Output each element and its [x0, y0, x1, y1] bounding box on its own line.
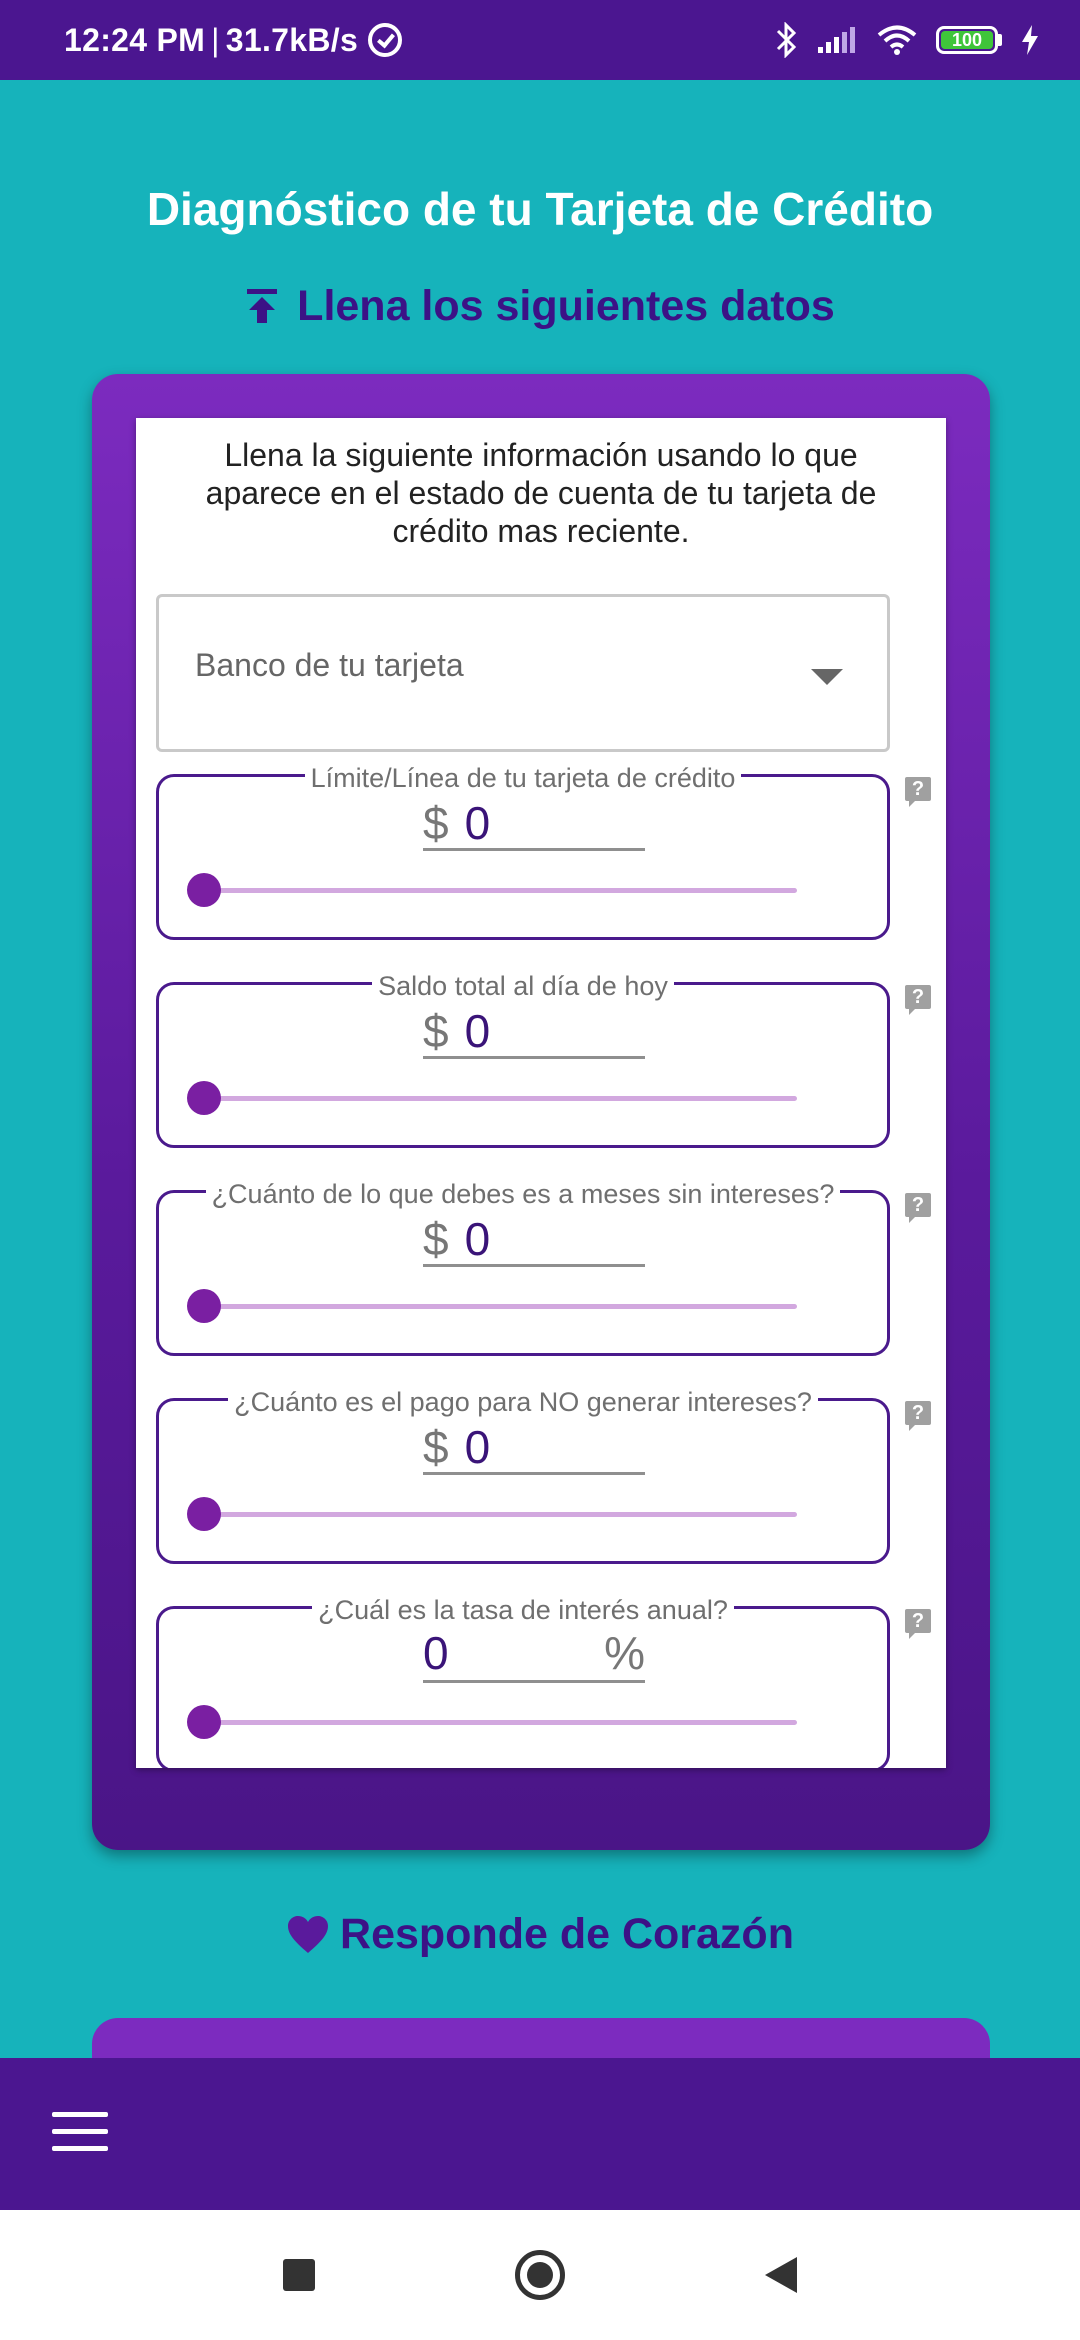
no-interest-payment-label: ¿Cuánto es el pago para NO generar inter…: [228, 1387, 818, 1417]
status-left: 12:24 PM | 31.7kB/s: [64, 21, 403, 59]
interest-rate-label-wrap: ¿Cuál es la tasa de interés anual?: [159, 1595, 887, 1626]
chevron-down-icon: [811, 669, 843, 685]
subtitle-text: Llena los siguientes datos: [297, 282, 835, 330]
msi-value: 0: [464, 1213, 491, 1265]
form-panel: Llena la siguiente información usando lo…: [136, 418, 946, 1768]
menu-line: [52, 2112, 108, 2117]
recents-button[interactable]: [283, 2259, 315, 2291]
battery-cap: [998, 34, 1002, 46]
menu-icon[interactable]: [52, 2112, 108, 2156]
signal-icon: [818, 27, 855, 53]
section-heading: Responde de Corazón: [0, 1910, 1080, 1959]
balance-label: Saldo total al día de hoy: [372, 971, 674, 1001]
balance-input[interactable]: $ 0: [423, 1003, 645, 1059]
credit-limit-label-wrap: Límite/Línea de tu tarjeta de crédito: [159, 763, 887, 794]
page-title: Diagnóstico de tu Tarjeta de Crédito: [146, 183, 934, 235]
section-heading-text: Responde de Corazón: [340, 1910, 794, 1958]
interest-rate-slider[interactable]: [187, 1705, 809, 1739]
menu-line: [52, 2146, 108, 2151]
balance-field: Saldo total al día de hoy $ 0 ?: [156, 971, 931, 1148]
msi-field: ¿Cuánto de lo que debes es a meses sin i…: [156, 1179, 931, 1356]
no-interest-payment-value: 0: [464, 1421, 491, 1473]
slider-track: [203, 1096, 797, 1101]
currency-symbol: $: [423, 797, 449, 849]
no-interest-payment-slider[interactable]: [187, 1497, 809, 1531]
slider-track: [203, 1720, 797, 1725]
help-icon[interactable]: ?: [905, 1401, 931, 1431]
msi-label: ¿Cuánto de lo que debes es a meses sin i…: [205, 1179, 841, 1209]
help-icon[interactable]: ?: [905, 1609, 931, 1639]
charging-icon: [1022, 25, 1038, 55]
heart-icon: [288, 1915, 329, 1953]
credit-limit-input[interactable]: $ 0: [423, 795, 645, 851]
balance-value: 0: [464, 1005, 491, 1057]
msi-label-wrap: ¿Cuánto de lo que debes es a meses sin i…: [159, 1179, 887, 1210]
status-separator: |: [211, 21, 220, 58]
no-interest-payment-field: ¿Cuánto es el pago para NO generar inter…: [156, 1387, 931, 1564]
msi-slider[interactable]: [187, 1289, 809, 1323]
menu-line: [52, 2129, 108, 2134]
credit-limit-field: Límite/Línea de tu tarjeta de crédito $ …: [156, 763, 931, 940]
currency-symbol: $: [423, 1213, 449, 1265]
upload-icon: [247, 288, 278, 323]
slider-thumb[interactable]: [187, 873, 221, 907]
home-button[interactable]: [515, 2250, 565, 2300]
interest-rate-label: ¿Cuál es la tasa de interés anual?: [312, 1595, 734, 1625]
currency-symbol: $: [423, 1005, 449, 1057]
status-time: 12:24 PM: [64, 21, 206, 58]
slider-thumb[interactable]: [187, 1081, 221, 1115]
currency-symbol: $: [423, 1421, 449, 1473]
battery-icon: 100: [936, 26, 1002, 54]
no-interest-payment-input[interactable]: $ 0: [423, 1419, 645, 1475]
help-icon[interactable]: ?: [905, 1193, 931, 1223]
slider-thumb[interactable]: [187, 1705, 221, 1739]
slider-thumb[interactable]: [187, 1497, 221, 1531]
credit-limit-label: Límite/Línea de tu tarjeta de crédito: [304, 763, 742, 793]
help-icon[interactable]: ?: [905, 985, 931, 1015]
intro-text: Llena la siguiente información usando lo…: [205, 437, 877, 549]
status-right: 100: [774, 22, 1040, 58]
help-icon[interactable]: ?: [905, 777, 931, 807]
bluetooth-icon: [776, 22, 797, 58]
slider-track: [203, 1304, 797, 1309]
msi-input[interactable]: $ 0: [423, 1211, 645, 1267]
interest-rate-field: ¿Cuál es la tasa de interés anual? 0 % ?: [156, 1595, 931, 1768]
no-interest-label-wrap: ¿Cuánto es el pago para NO generar inter…: [159, 1387, 887, 1418]
bottom-app-bar: [0, 2058, 1080, 2210]
network-speed: 31.7kB/s: [225, 21, 359, 58]
battery-body: 100: [936, 26, 998, 54]
wifi-icon: [877, 25, 917, 55]
balance-label-wrap: Saldo total al día de hoy: [159, 971, 887, 1002]
credit-limit-slider[interactable]: [187, 873, 809, 907]
interest-rate-value: 0: [423, 1627, 449, 1679]
system-nav-bar: [0, 2210, 1080, 2340]
section-subtitle: Llena los siguientes datos: [0, 282, 1080, 331]
interest-rate-input[interactable]: 0 %: [423, 1627, 645, 1683]
slider-thumb[interactable]: [187, 1289, 221, 1323]
slider-track: [203, 888, 797, 893]
bank-select-label: Banco de tu tarjeta: [195, 647, 464, 683]
battery-level: 100: [941, 31, 993, 49]
percent-symbol: %: [604, 1627, 645, 1679]
balance-slider[interactable]: [187, 1081, 809, 1115]
bank-select[interactable]: Banco de tu tarjeta: [156, 594, 890, 752]
alarm-icon: [368, 23, 403, 57]
slider-track: [203, 1512, 797, 1517]
status-bar: 12:24 PM | 31.7kB/s 100: [0, 0, 1080, 80]
credit-limit-value: 0: [464, 797, 491, 849]
back-button[interactable]: [765, 2257, 797, 2293]
